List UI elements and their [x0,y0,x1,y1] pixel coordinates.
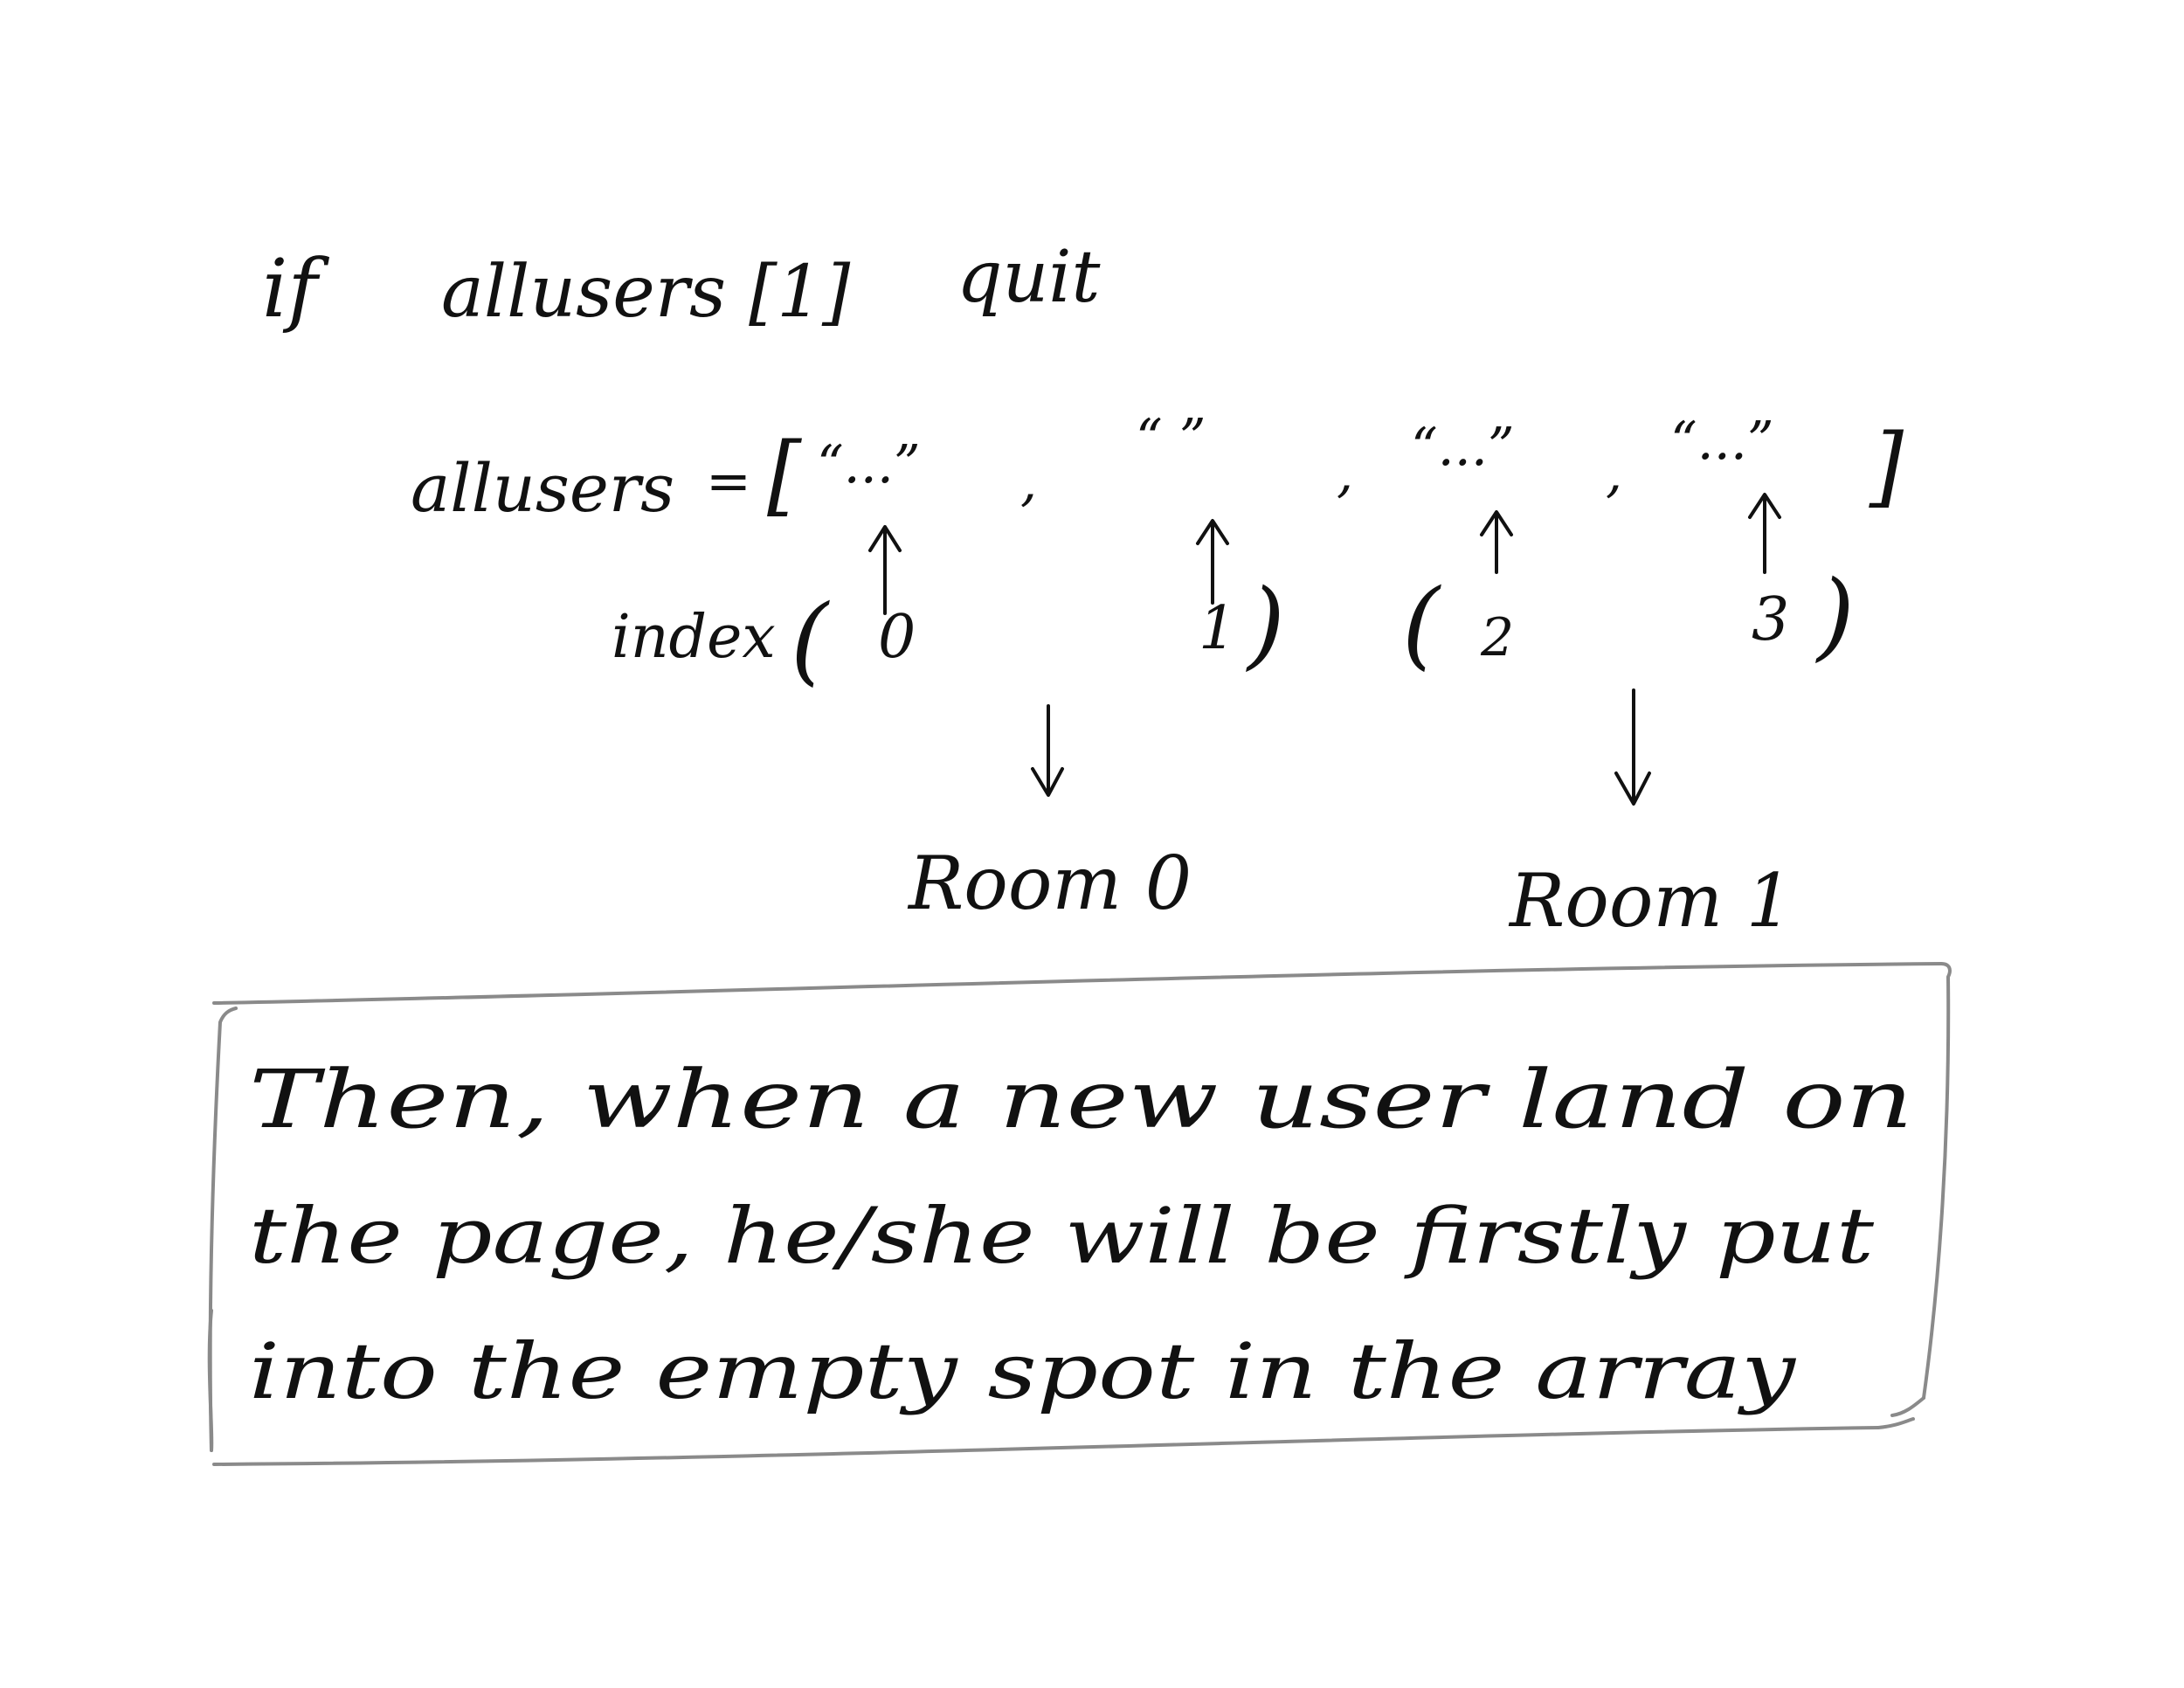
condition-line: if allusers [1] quit [262,236,1102,336]
array-element-2: “...” [1411,417,1515,478]
index-value-3: 3 [1752,585,1789,654]
index-close-paren-1: ) [1246,568,1285,680]
index-line: index ( 0 1 ) ( 2 3 ) [612,559,1855,695]
array-separator-0: , [1020,452,1037,513]
arrow-up-icon [1480,510,1513,574]
arrow-down-icon [1614,688,1651,806]
array-line: allusers = [ “...” , “ ” , “...” , “...”… [411,408,1904,527]
array-open-bracket: [ [767,424,802,526]
array-separator-1: , [1337,443,1353,504]
note-line-3: into the empty spot in the array [249,1326,1797,1416]
index-label: index [612,603,776,672]
rooms: Room 0 Room 1 [907,841,1793,944]
arrow-down-icon [1031,704,1064,797]
array-name: allusers [411,449,674,527]
array-element-0: “...” [817,434,921,495]
index-open-paren-2: ( [1402,568,1441,680]
room-arrows [1031,688,1651,806]
index-close-paren-2: ) [1815,559,1855,671]
array-separator-2: , [1606,443,1622,504]
index-value-1: 1 [1199,594,1236,663]
array-close-bracket: ] [1869,415,1904,517]
array-assign: = [706,449,751,513]
index-open-paren-1: ( [791,584,830,695]
array-element-3: “...” [1670,411,1774,472]
room-1-label: Room 1 [1508,858,1793,944]
note-line-1: Then, when a new user land on [249,1053,1913,1146]
whiteboard-canvas: if allusers [1] quit allusers = [ “...” … [0,0,2184,1688]
array-element-1-empty: “ ” [1136,408,1206,469]
note-line-2: the page, he/she will be firstly put [249,1191,1875,1281]
condition-action: quit [957,236,1102,319]
index-arrows [868,493,1781,615]
index-value-0: 0 [878,603,916,672]
index-value-2: 2 [1480,607,1514,668]
arrow-up-icon [1748,493,1781,574]
arrow-up-icon [1196,519,1229,605]
condition-expression: allusers [1] [441,251,851,334]
if-keyword: if [262,242,329,336]
arrow-up-icon [868,525,902,615]
note-text: Then, when a new user land on the page, … [249,1053,1913,1416]
room-0-label: Room 0 [907,841,1192,926]
